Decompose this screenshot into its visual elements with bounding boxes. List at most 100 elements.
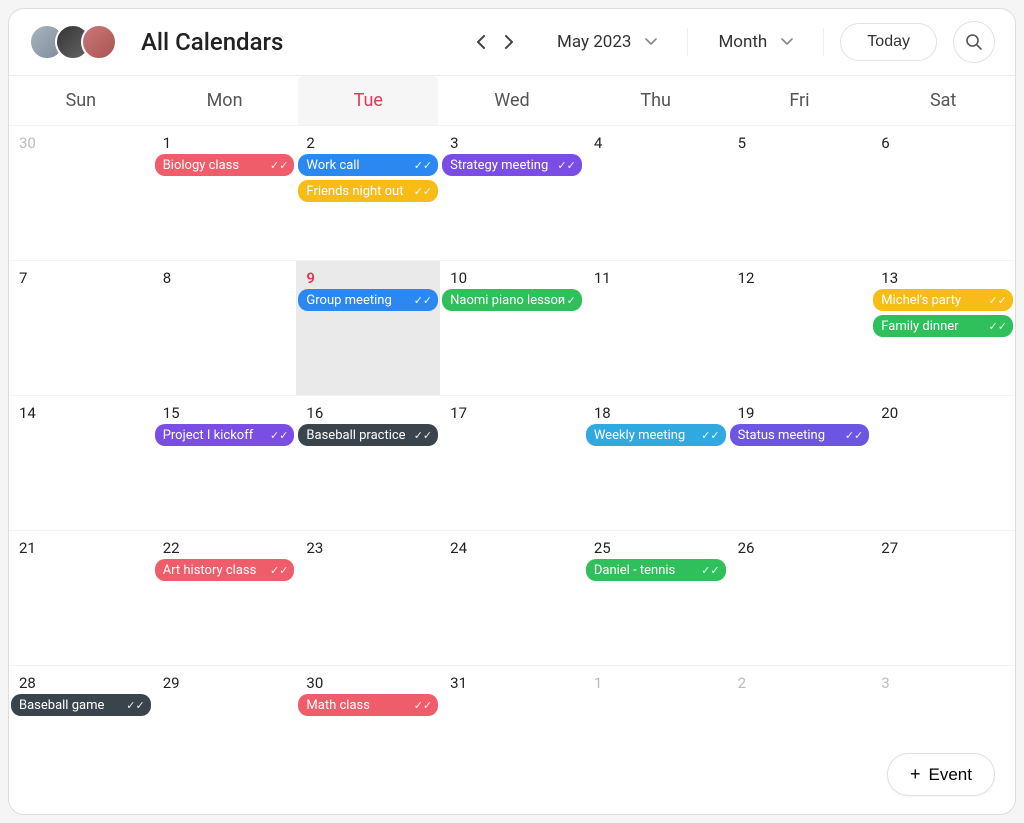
day-number: 19 [730, 400, 763, 424]
day-cell[interactable]: 21 [9, 530, 153, 665]
events-list: Project I kickoff✓✓ [155, 424, 295, 446]
event-pill[interactable]: Project I kickoff✓✓ [155, 424, 295, 446]
day-cell[interactable]: 29 [153, 665, 297, 725]
day-cell[interactable]: 8 [153, 260, 297, 395]
day-number: 10 [442, 265, 475, 289]
day-cell[interactable]: 3 [871, 665, 1015, 725]
day-cell[interactable]: 4 [584, 125, 728, 260]
event-pill[interactable]: Friends night out✓✓ [298, 180, 438, 202]
month-select[interactable]: May 2023 [543, 26, 671, 58]
day-header[interactable]: Mon [153, 76, 297, 125]
day-cell[interactable]: 20 [871, 395, 1015, 530]
chevron-right-icon [504, 35, 514, 49]
chevron-down-icon [645, 38, 657, 46]
day-number: 30 [11, 130, 44, 154]
event-pill[interactable]: Group meeting✓✓ [298, 289, 438, 311]
day-number: 4 [586, 130, 610, 154]
next-month-button[interactable] [499, 32, 519, 52]
day-cell[interactable]: 6 [871, 125, 1015, 260]
checkmark-icon: ✓✓ [989, 320, 1007, 333]
event-pill[interactable]: Family dinner ✓✓ [873, 315, 1013, 337]
day-cell[interactable]: 2 Work call ✓✓ Friends night out✓✓ [296, 125, 440, 260]
day-cell[interactable]: 11 [584, 260, 728, 395]
day-number: 16 [298, 400, 331, 424]
checkmark-icon: ✓✓ [414, 159, 432, 172]
day-number: 13 [873, 265, 906, 289]
day-cell[interactable]: 7 [9, 260, 153, 395]
avatar[interactable] [81, 24, 117, 60]
event-pill[interactable]: Art history class ✓✓ [155, 559, 295, 581]
day-number: 25 [586, 535, 619, 559]
day-cell[interactable]: 9Group meeting✓✓ [296, 260, 440, 395]
day-cell[interactable]: 23 [296, 530, 440, 665]
day-header[interactable]: Tue [298, 76, 438, 125]
add-event-button[interactable]: + Event [887, 753, 995, 796]
day-number: 18 [586, 400, 619, 424]
day-header[interactable]: Fri [728, 76, 872, 125]
day-cell[interactable]: 30Math class✓✓ [296, 665, 440, 725]
day-cell[interactable]: 25Daniel - tennis✓✓ [584, 530, 728, 665]
day-number: 22 [155, 535, 188, 559]
prev-month-button[interactable] [471, 32, 491, 52]
avatar-stack[interactable] [29, 24, 117, 60]
day-cell[interactable]: 27 [871, 530, 1015, 665]
day-number: 21 [11, 535, 44, 559]
day-cell[interactable]: 19Status meeting✓✓ [728, 395, 872, 530]
event-label: Naomi piano lesson [450, 293, 565, 308]
checkmark-icon: ✓✓ [270, 429, 288, 442]
event-pill[interactable]: Naomi piano lesson✓✓ [442, 289, 582, 311]
event-label: Art history class [163, 563, 257, 578]
day-header[interactable]: Wed [440, 76, 584, 125]
view-select[interactable]: Month [704, 26, 807, 58]
today-button[interactable]: Today [840, 23, 937, 61]
day-cell[interactable]: 1 [584, 665, 728, 725]
day-cell[interactable]: 14 [9, 395, 153, 530]
event-pill[interactable]: Weekly meeting✓✓ [586, 424, 726, 446]
day-header[interactable]: Thu [584, 76, 728, 125]
day-cell[interactable]: 15Project I kickoff✓✓ [153, 395, 297, 530]
day-header[interactable]: Sun [9, 76, 153, 125]
day-cell[interactable]: 17 [440, 395, 584, 530]
events-list: Status meeting✓✓ [730, 424, 870, 446]
day-header[interactable]: Sat [871, 76, 1015, 125]
day-cell[interactable]: 28Baseball game✓✓ [9, 665, 153, 725]
event-pill[interactable]: Status meeting✓✓ [730, 424, 870, 446]
day-cell[interactable]: 22 Art history class ✓✓ [153, 530, 297, 665]
day-cell[interactable]: 5 [728, 125, 872, 260]
event-pill[interactable]: Math class✓✓ [298, 694, 438, 716]
separator [823, 28, 824, 56]
checkmark-icon: ✓✓ [270, 564, 288, 577]
day-cell[interactable]: 31 [440, 665, 584, 725]
event-label: Family dinner [881, 319, 958, 334]
day-cell[interactable]: 18Weekly meeting✓✓ [584, 395, 728, 530]
event-pill[interactable]: Biology class✓✓ [155, 154, 295, 176]
day-cell[interactable]: 2 [728, 665, 872, 725]
events-list: Biology class✓✓ [155, 154, 295, 176]
event-pill[interactable]: Michel's party✓✓ [873, 289, 1013, 311]
day-cell[interactable]: 13Michel's party✓✓ Family dinner ✓✓ [871, 260, 1015, 395]
day-cell[interactable]: 10Naomi piano lesson✓✓ [440, 260, 584, 395]
day-number: 1 [155, 130, 179, 154]
events-list: Weekly meeting✓✓ [586, 424, 726, 446]
month-nav [471, 32, 519, 52]
day-number: 8 [155, 265, 179, 289]
event-pill[interactable]: Strategy meeting✓✓ [442, 154, 582, 176]
day-cell[interactable]: 16Baseball practice✓✓ [296, 395, 440, 530]
day-number: 3 [873, 670, 897, 694]
event-label: Work call [306, 158, 359, 173]
day-number: 2 [298, 130, 322, 154]
day-cell[interactable]: 26 [728, 530, 872, 665]
day-cell[interactable]: 24 [440, 530, 584, 665]
header: All Calendars May 2023 Month Today [9, 9, 1015, 76]
day-cell[interactable]: 30 [9, 125, 153, 260]
search-button[interactable] [953, 21, 995, 63]
day-cell[interactable]: 12 [728, 260, 872, 395]
day-number: 14 [11, 400, 44, 424]
event-pill[interactable]: Baseball practice✓✓ [298, 424, 438, 446]
event-pill[interactable]: Work call ✓✓ [298, 154, 438, 176]
day-cell[interactable]: 3Strategy meeting✓✓ [440, 125, 584, 260]
day-cell[interactable]: 1Biology class✓✓ [153, 125, 297, 260]
event-pill[interactable]: Baseball game✓✓ [11, 694, 151, 716]
event-label: Weekly meeting [594, 428, 685, 443]
event-pill[interactable]: Daniel - tennis✓✓ [586, 559, 726, 581]
